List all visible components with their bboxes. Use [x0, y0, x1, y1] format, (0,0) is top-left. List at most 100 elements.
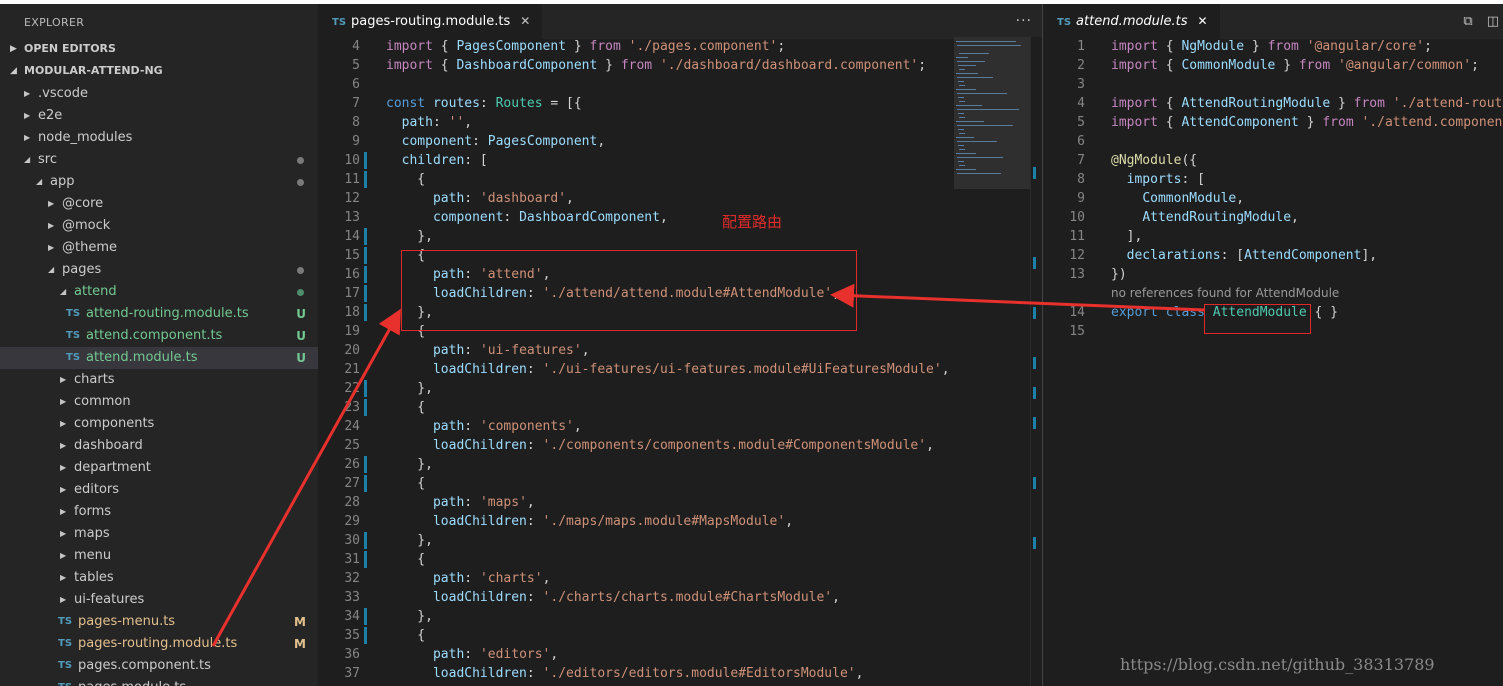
close-icon[interactable]: ✕ — [520, 14, 530, 28]
tree-item[interactable]: TS pages-menu.ts M — [0, 611, 318, 633]
line-number: 18 — [344, 305, 360, 320]
tree-item[interactable]: ▶ forms — [0, 501, 318, 523]
code-line: 5 import { DashboardComponent } from './d… — [318, 56, 1042, 75]
vertical-scrollbar[interactable] — [1030, 37, 1042, 686]
code-text: { — [386, 552, 426, 567]
tree-item[interactable]: TS pages-routing.module.ts M — [0, 633, 318, 655]
tree-item[interactable]: ▶ editors — [0, 479, 318, 501]
tree-item[interactable]: ▶ charts — [0, 369, 318, 391]
code-line: 9 CommonModule, — [1043, 189, 1503, 208]
git-change-marker[interactable] — [364, 304, 367, 321]
tree-item[interactable]: TS pages.module.ts — [0, 677, 318, 686]
tree-item[interactable]: TS attend-routing.module.ts U — [0, 303, 318, 325]
vertical-scrollbar[interactable] — [1491, 37, 1503, 686]
typescript-file-icon: TS — [1057, 17, 1072, 28]
overview-ruler-marker — [1033, 417, 1036, 429]
git-status-dot — [297, 289, 304, 296]
editor2-actions: ⧉ ◫ — [1449, 4, 1499, 39]
git-status-badge: M — [294, 637, 306, 651]
chevron-right-icon: ▶ — [60, 551, 67, 560]
tree-item[interactable]: ▶ menu — [0, 545, 318, 567]
code-line: 35 { — [318, 626, 1042, 645]
open-changes-icon[interactable]: ⧉ — [1463, 14, 1472, 29]
tree-item[interactable]: ▶ node_modules — [0, 127, 318, 149]
tree-item-label: attend — [74, 284, 117, 299]
tree-item[interactable]: ▶ @mock — [0, 215, 318, 237]
tree-item-label: @core — [62, 196, 104, 211]
minimap[interactable] — [954, 37, 1030, 686]
code-text: component: DashboardComponent, — [432, 210, 668, 225]
code-text: { — [386, 628, 426, 643]
watermark: https://blog.csdn.net/github_38313789 — [1120, 655, 1435, 674]
typescript-file-icon: TS — [58, 677, 72, 686]
tree-item[interactable]: TS attend.module.ts U — [0, 347, 318, 369]
git-change-marker[interactable] — [364, 247, 367, 264]
code-text: { — [386, 172, 426, 187]
chevron-down-icon: ◢ — [60, 287, 67, 296]
more-actions-icon[interactable]: ··· — [1016, 4, 1032, 39]
code-area[interactable]: 1 import { NgModule } from '@angular/core… — [1043, 37, 1503, 341]
tab-pages-routing[interactable]: TS pages-routing.module.ts ✕ — [318, 4, 543, 39]
tree-item[interactable]: TS attend.component.ts U — [0, 325, 318, 347]
tree-item[interactable]: ▶ @theme — [0, 237, 318, 259]
tree-item[interactable]: ▶ common — [0, 391, 318, 413]
tree-item[interactable]: ▶ e2e — [0, 105, 318, 127]
git-change-marker[interactable] — [364, 228, 367, 245]
tree-item[interactable]: ▶ .vscode — [0, 83, 318, 105]
tree-item[interactable]: ▶ department — [0, 457, 318, 479]
tree-item[interactable]: ▶ maps — [0, 523, 318, 545]
minimap-line — [957, 61, 985, 62]
tree-item[interactable]: ◢ attend — [0, 281, 318, 303]
file-tree: ▶ .vscode ▶ e2e ▶ node_modules ◢ src ◢ app ▶ @core ▶… — [0, 83, 318, 686]
git-change-marker[interactable] — [364, 171, 367, 188]
git-change-marker[interactable] — [364, 551, 367, 568]
tree-item[interactable]: ◢ pages — [0, 259, 318, 281]
tree-item[interactable]: ▶ components — [0, 413, 318, 435]
codelens-references[interactable]: no references found for AttendModule — [1043, 284, 1503, 303]
tree-item[interactable]: TS pages.component.ts — [0, 655, 318, 677]
tree-item[interactable]: ▶ dashboard — [0, 435, 318, 457]
git-change-marker[interactable] — [364, 399, 367, 416]
line-number: 32 — [344, 571, 360, 586]
tree-item[interactable]: ▶ @core — [0, 193, 318, 215]
tree-item[interactable]: ◢ app — [0, 171, 318, 193]
code-line: 26 }, — [318, 455, 1042, 474]
code-line: 4 import { PagesComponent } from './pages… — [318, 37, 1042, 56]
minimap-line — [959, 85, 965, 86]
git-change-marker[interactable] — [364, 475, 367, 492]
code-text: import { AttendComponent } from './atten… — [1111, 115, 1503, 130]
project-label: MODULAR-ATTEND-NG — [24, 64, 163, 77]
tree-item[interactable]: ▶ ui-features — [0, 589, 318, 611]
code-line: 21 loadChildren: './ui-features/ui-featu… — [318, 360, 1042, 379]
open-editors-section[interactable]: ▶ OPEN EDITORS — [0, 38, 318, 60]
split-editor-icon[interactable]: ◫ — [1487, 14, 1499, 29]
git-change-marker[interactable] — [364, 456, 367, 473]
git-change-marker[interactable] — [364, 380, 367, 397]
minimap-line — [956, 105, 982, 106]
project-section[interactable]: ◢ MODULAR-ATTEND-NG — [0, 60, 318, 82]
code-line: 8 path: '', — [318, 113, 1042, 132]
line-number: 6 — [352, 77, 360, 92]
code-area[interactable]: 4 import { PagesComponent } from './pages… — [318, 37, 1042, 683]
line-number: 17 — [344, 286, 360, 301]
git-change-marker[interactable] — [364, 266, 367, 283]
git-change-marker[interactable] — [364, 285, 367, 302]
tree-item-label: charts — [74, 372, 115, 387]
tree-item[interactable]: ◢ src — [0, 149, 318, 171]
minimap-line — [959, 133, 965, 134]
tab-attend-module[interactable]: TS attend.module.ts ✕ — [1043, 4, 1220, 39]
git-change-marker[interactable] — [364, 532, 367, 549]
code-text: }, — [386, 229, 433, 244]
tree-item-label: department — [74, 460, 151, 475]
typescript-file-icon: TS — [66, 352, 81, 363]
minimap-slider[interactable] — [954, 37, 1030, 189]
code-line: 10 AttendRoutingModule, — [1043, 208, 1503, 227]
git-change-marker[interactable] — [364, 152, 367, 169]
git-change-marker[interactable] — [364, 627, 367, 644]
close-icon[interactable]: ✕ — [1198, 14, 1208, 28]
tree-item[interactable]: ▶ tables — [0, 567, 318, 589]
minimap-line — [956, 121, 984, 122]
git-change-marker[interactable] — [364, 608, 367, 625]
line-number: 27 — [344, 476, 360, 491]
typescript-file-icon: TS — [58, 638, 73, 649]
